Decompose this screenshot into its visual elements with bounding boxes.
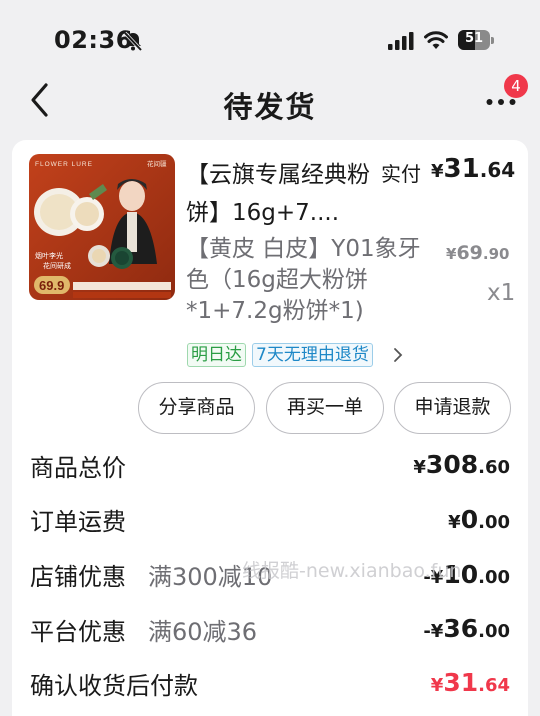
tag-next-day-delivery: 明日达: [187, 343, 246, 367]
product-spec[interactable]: 【黄皮 白皮】Y01象牙色（16g超大粉饼*1+7.2g粉饼*1): [186, 234, 436, 327]
subtotal-label: 商品总价: [30, 454, 126, 482]
signal-icon: [388, 32, 414, 50]
final-payment-label: 确认收货后付款: [30, 672, 198, 700]
original-price: ¥69.90: [446, 242, 510, 264]
more-icon[interactable]: [486, 98, 516, 106]
product-title[interactable]: 【云旗专属经典粉饼】16g+7....: [186, 156, 376, 232]
paid-price: ¥31.64: [431, 154, 516, 184]
platform-discount-label: 平台优惠: [30, 618, 126, 646]
quantity: x1: [487, 280, 516, 306]
shop-discount-label: 店铺优惠: [30, 563, 126, 591]
wifi-icon: [424, 31, 448, 49]
page-title: 待发货: [223, 90, 317, 124]
final-payment-value: ¥31.64: [430, 668, 510, 697]
bell-muted-icon: [123, 31, 143, 52]
product-image[interactable]: FLOWER LURE 花间疆 烟叶李光 花间研成 69.9: [29, 154, 175, 300]
notification-badge: 4: [504, 74, 528, 98]
paid-label: 实付: [381, 162, 421, 186]
chevron-right-icon[interactable]: [392, 347, 404, 363]
image-price-badge: 69.9: [39, 278, 64, 293]
image-slogan-1: 烟叶李光: [35, 251, 63, 260]
image-slogan-2: 花间研成: [43, 261, 71, 270]
status-bar: 02:36 51: [0, 0, 540, 80]
watermark: 线报酷-new.xianbao.fun: [242, 560, 462, 582]
buy-again-button[interactable]: 再买一单: [266, 382, 384, 434]
platform-discount-value: -¥36.00: [423, 614, 510, 643]
tag-7day-return: 7天无理由退货: [252, 343, 373, 367]
shipping-label: 订单运费: [30, 508, 126, 536]
battery-icon: 51: [458, 30, 494, 50]
request-refund-button[interactable]: 申请退款: [394, 382, 511, 434]
shipping-value: ¥0.00: [448, 505, 510, 534]
platform-discount-rule: 满60减36: [148, 618, 258, 646]
image-brand-text: FLOWER LURE: [35, 161, 93, 168]
battery-level: 51: [464, 31, 484, 46]
image-brand-cn-text: 花间疆: [147, 159, 167, 168]
share-product-button[interactable]: 分享商品: [138, 382, 255, 434]
subtotal-value: ¥308.60: [413, 450, 510, 479]
